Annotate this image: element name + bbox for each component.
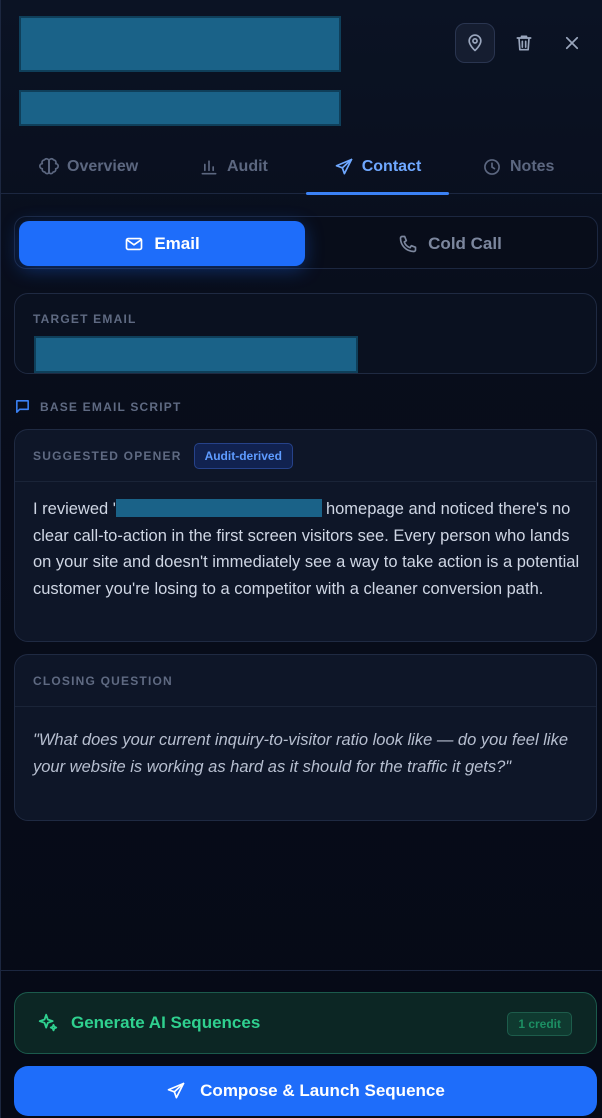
map-pin-button[interactable]: [455, 23, 495, 63]
tab-overview-label: Overview: [67, 158, 139, 175]
trash-icon: [516, 35, 532, 51]
generate-ai-sequences-label: Generate AI Sequences: [71, 1013, 261, 1032]
closing-question-text: "What does your current inquiry-to-visit…: [33, 731, 568, 776]
closing-question-label: CLOSING QUESTION: [33, 673, 173, 688]
cold-call-channel-label: Cold Call: [428, 233, 502, 253]
tab-contact-label: Contact: [361, 158, 422, 175]
target-email-label: TARGET EMAIL: [33, 312, 137, 326]
sparkles-icon: [38, 1013, 58, 1032]
mail-icon: [125, 237, 143, 250]
footer-divider: [1, 970, 602, 971]
generate-ai-sequences-button[interactable]: Generate AI Sequences 1 credit: [14, 992, 597, 1054]
company-name-redacted: [115, 499, 322, 517]
suggested-opener-label: SUGGESTED OPENER: [33, 448, 182, 463]
tab-overview[interactable]: Overview: [39, 140, 138, 194]
suggested-opener-header: SUGGESTED OPENER Audit-derived: [15, 430, 596, 482]
channel-toggle: Email Cold Call: [14, 216, 598, 269]
tab-audit[interactable]: Audit: [199, 140, 268, 194]
closing-question-header: CLOSING QUESTION: [15, 655, 596, 707]
tab-contact[interactable]: Contact: [306, 140, 449, 195]
suggested-opener-card: SUGGESTED OPENER Audit-derived I reviewe…: [14, 429, 597, 642]
send-icon: [167, 1082, 185, 1099]
lead-subtitle-redacted: [19, 90, 341, 126]
send-icon: [335, 158, 353, 175]
closing-question-card: CLOSING QUESTION "What does your current…: [14, 654, 597, 821]
opener-text-start: I reviewed ': [33, 500, 116, 518]
target-email-card: TARGET EMAIL: [14, 293, 597, 374]
base-email-script-label: BASE EMAIL SCRIPT: [40, 399, 182, 414]
map-pin-icon: [468, 34, 482, 52]
target-email-redacted: [34, 336, 358, 373]
message-square-icon: [16, 400, 29, 413]
email-channel-label: Email: [154, 233, 200, 253]
cold-call-channel-button[interactable]: Cold Call: [307, 221, 593, 266]
delete-button[interactable]: [504, 23, 544, 63]
contact-panel: Overview Audit Contact Notes Email Cold …: [0, 0, 602, 1118]
compose-launch-sequence-button[interactable]: Compose & Launch Sequence: [14, 1066, 597, 1116]
email-channel-button[interactable]: Email: [19, 221, 305, 266]
close-button[interactable]: [552, 23, 592, 63]
clock-icon: [484, 159, 500, 175]
bar-chart-icon: [201, 160, 217, 175]
tab-notes-label: Notes: [510, 158, 555, 175]
close-icon: [565, 36, 579, 50]
credit-cost-badge: 1 credit: [507, 1012, 572, 1036]
compose-launch-sequence-label: Compose & Launch Sequence: [200, 1081, 445, 1100]
brain-icon: [39, 157, 59, 175]
lead-title-redacted: [19, 16, 341, 72]
tab-bar: Overview Audit Contact Notes: [1, 140, 602, 195]
audit-derived-badge: Audit-derived: [193, 442, 293, 469]
base-email-script-heading: BASE EMAIL SCRIPT: [14, 398, 182, 415]
suggested-opener-text: I reviewed ' homepage and noticed there's…: [33, 496, 580, 602]
phone-icon: [399, 235, 417, 252]
tab-notes[interactable]: Notes: [482, 140, 554, 194]
tab-audit-label: Audit: [227, 158, 268, 175]
